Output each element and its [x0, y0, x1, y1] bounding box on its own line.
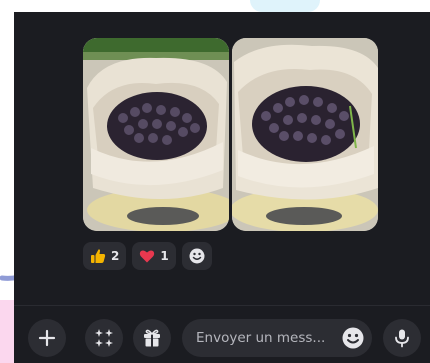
sparkle-apps-icon [95, 329, 113, 347]
reaction-count: 1 [160, 249, 169, 263]
smiley-icon [189, 248, 205, 264]
thumbs-up-icon [91, 249, 106, 263]
composer-bar: Envoyer un mess... [14, 317, 430, 357]
background-blue-shape [250, 0, 320, 12]
photo-image [83, 38, 229, 231]
photo-attachment[interactable] [83, 38, 229, 231]
message-input[interactable]: Envoyer un mess... [182, 319, 372, 357]
chat-window: 2 1 Envoyer un mess... [14, 12, 430, 363]
reaction-bar: 2 1 [83, 242, 212, 270]
add-attachment-button[interactable] [28, 319, 66, 357]
voice-message-button[interactable] [383, 319, 421, 357]
photo-image [232, 38, 378, 231]
gift-icon [144, 329, 160, 347]
divider [14, 305, 430, 306]
message-input-placeholder: Envoyer un mess... [196, 330, 326, 346]
microphone-icon [395, 329, 409, 348]
reaction-heart[interactable]: 1 [132, 242, 176, 270]
gift-button[interactable] [133, 319, 171, 357]
reaction-count: 2 [111, 249, 120, 263]
emoji-picker-icon[interactable] [342, 327, 364, 349]
reaction-thumbs-up[interactable]: 2 [83, 242, 127, 270]
add-reaction-button[interactable] [181, 242, 212, 270]
apps-button[interactable] [85, 319, 123, 357]
photo-attachment[interactable] [232, 38, 378, 231]
heart-icon [140, 250, 155, 263]
plus-icon [38, 329, 56, 347]
